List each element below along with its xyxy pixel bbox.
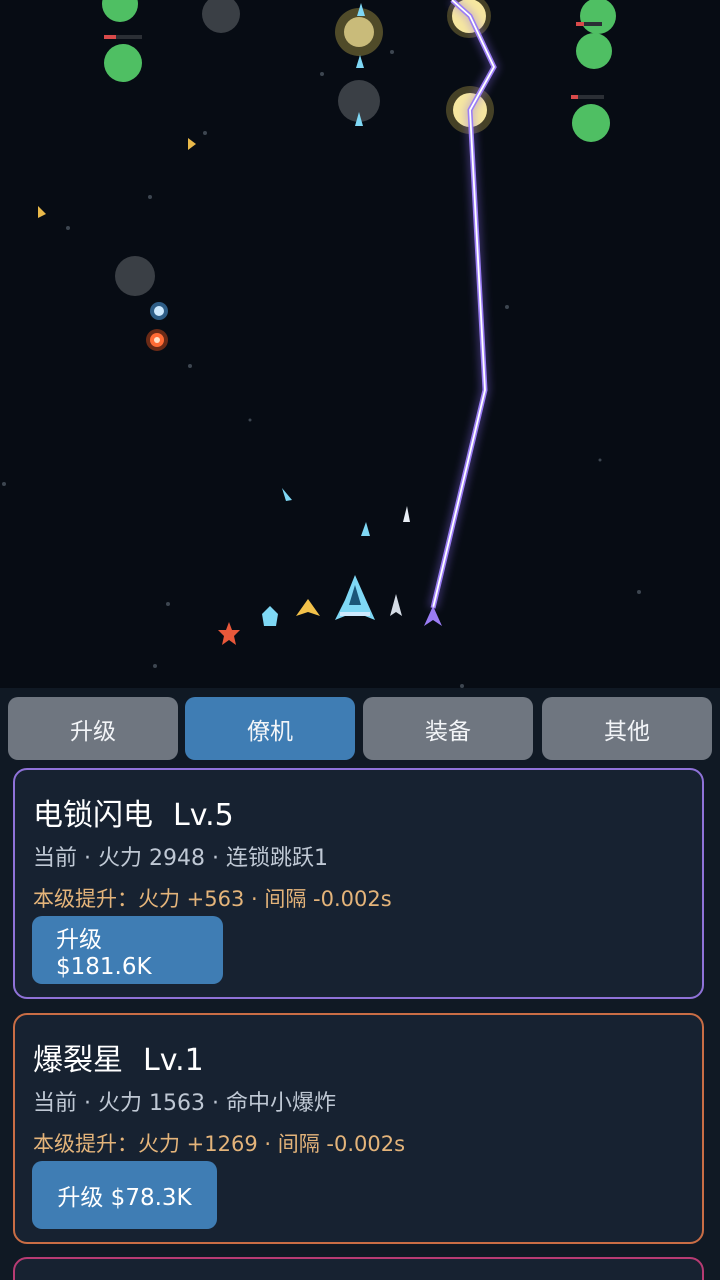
card-boost: 本级提升：火力 +1269 · 间隔 -0.002s — [33, 1132, 406, 1156]
game-field[interactable] — [0, 0, 720, 688]
card-level: Lv.5 — [173, 798, 234, 833]
card-name: 电锁闪电 — [33, 798, 153, 833]
wingman-card-lightning: 电锁闪电 Lv.5 当前 · 火力 2948 · 连锁跳跃1 本级提升：火力 +5… — [13, 768, 704, 999]
card-boost: 本级提升：火力 +563 · 间隔 -0.002s — [33, 887, 392, 911]
wingman-card-burst-star: 爆裂星 Lv.1 当前 · 火力 1563 · 命中小爆炸 本级提升：火力 +12… — [13, 1013, 704, 1244]
fire-orb — [146, 329, 168, 351]
card-title: 电锁闪电 Lv.5 — [33, 790, 234, 834]
upgrade-button[interactable]: 升级 $181.6K — [32, 916, 223, 984]
tab-upgrade[interactable]: 升级 — [8, 697, 178, 760]
card-stats: 当前 · 火力 2948 · 连锁跳跃1 — [33, 846, 328, 871]
tab-wingman[interactable]: 僚机 — [185, 697, 355, 760]
tab-other[interactable]: 其他 — [542, 697, 712, 760]
enemy-gray-3 — [115, 256, 155, 296]
card-stats: 当前 · 火力 1563 · 命中小爆炸 — [33, 1091, 336, 1116]
card-title: 爆裂星 Lv.1 — [33, 1035, 204, 1079]
card-name: 爆裂星 — [33, 1043, 123, 1078]
wingman-card-next — [13, 1257, 704, 1280]
upgrade-panel: 升级 僚机 装备 其他 电锁闪电 Lv.5 当前 · 火力 2948 · 连锁跳跃… — [0, 688, 720, 1280]
blue-orb — [150, 302, 168, 320]
tab-bar: 升级 僚机 装备 其他 — [8, 697, 712, 760]
card-level: Lv.1 — [143, 1043, 204, 1078]
upgrade-button[interactable]: 升级 $78.3K — [32, 1161, 217, 1229]
tab-equipment[interactable]: 装备 — [363, 697, 533, 760]
